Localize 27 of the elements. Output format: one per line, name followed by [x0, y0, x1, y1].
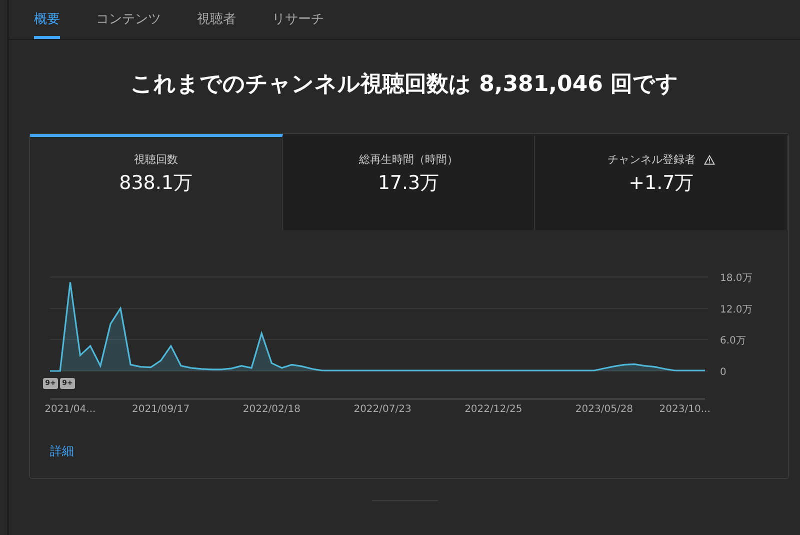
metric-tab[interactable]: 総再生時間（時間） 17.3万: [282, 134, 536, 230]
x-tick-label: 2022/02/18: [242, 404, 301, 415]
x-tick-label: 2023/10...: [659, 404, 710, 415]
metric-label: 視聴回数: [134, 153, 178, 166]
headline: これまでのチャンネル視聴回数は 8,381,046 回です: [129, 71, 680, 99]
y-tick-label: 18.0万: [720, 273, 752, 284]
y-tick-label: 0: [720, 367, 726, 378]
x-tick-label: 2021/09/17: [132, 404, 190, 415]
warning-icon[interactable]: [704, 154, 715, 165]
tab[interactable]: コンテンツ: [96, 0, 161, 39]
tab[interactable]: 概要: [34, 0, 60, 39]
y-tick-label: 12.0万: [720, 304, 752, 316]
metric-label: 総再生時間（時間）: [359, 153, 458, 166]
metric-label: チャンネル登録者: [608, 153, 696, 166]
x-tick-label: 2022/07/23: [354, 404, 412, 415]
y-tick-label: 6.0万: [720, 336, 746, 347]
x-tick-label: 2022/12/25: [464, 404, 522, 415]
metric-value: 838.1万: [119, 172, 193, 194]
metric-value: +1.7万: [628, 172, 694, 194]
metric-tab[interactable]: チャンネル登録者 +1.7万: [535, 134, 788, 230]
metric-tab[interactable]: 視聴回数 838.1万: [30, 134, 283, 230]
metric-value: 17.3万: [378, 172, 440, 194]
tab[interactable]: 視聴者: [197, 0, 236, 39]
x-tick-label: 2023/05/28: [575, 404, 634, 415]
tab[interactable]: リサーチ: [272, 0, 324, 39]
x-tick-label: 2021/04...: [44, 404, 96, 415]
details-link[interactable]: 詳細: [50, 444, 74, 458]
